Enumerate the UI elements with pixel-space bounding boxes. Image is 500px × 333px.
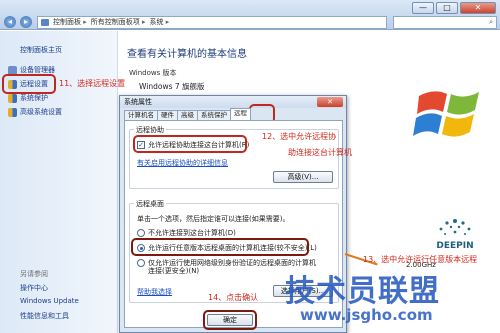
annotation-step-11: 11、选择远程设置 [59,79,126,88]
search-input[interactable]: ⌕ [393,15,497,29]
shield-icon [8,93,17,103]
watermark-url: www.jsgho.com [300,306,433,324]
tab-computer-name[interactable]: 计算机名 [124,110,158,120]
oem-logo: DEEPIN [425,213,485,255]
annotation-step-12-line2: 助连接这台计算机 [288,148,352,157]
see-also-performance[interactable]: 性能信息和工具 [20,311,69,321]
radio-dot [137,229,145,237]
tab-hardware[interactable]: 硬件 [157,110,178,120]
sidebar-item-advanced-settings[interactable]: 高级系统设置 [8,106,62,118]
allow-any-version-highlight [131,238,309,256]
windows-logo-icon [413,91,479,137]
remote-assistance-info-link[interactable]: 有关启用远程协助的详细信息 [137,158,228,168]
radio-deny-connections[interactable]: 不允许连接到这台计算机(D) [137,228,236,238]
back-icon[interactable]: ◂ [4,16,16,28]
annotation-step-12-line1: 12、选中允许远程协 [262,132,337,141]
breadcrumb-all-items[interactable]: 所有控制面板项 [91,17,146,27]
radio-nla-label-continued: 连接(更安全)(N) [148,267,200,275]
deepin-logo-icon: DEEPIN [436,219,474,251]
see-also-action-center[interactable]: 操作中心 [20,283,48,293]
remote-assistance-title: 远程协助 [134,125,166,135]
minimize-button[interactable]: — [412,2,434,14]
edition-label: Windows 版本 [129,69,177,77]
tab-remote[interactable]: 远程 [230,108,251,120]
sidebar: 控制面板主页 设备管理器 远程设置 系统保护 高级系统设置 另请参阅 操作中心 … [0,31,118,333]
edition-value: Windows 7 旗舰版 [139,82,205,91]
shield-icon [8,107,17,117]
see-also-windows-update[interactable]: Windows Update [20,297,79,305]
assist-checkbox-highlight [133,135,247,153]
page-title: 查看有关计算机的基本信息 [127,49,247,60]
dialog-tabs: 计算机名 硬件 高级 系统保护 远程 [124,108,251,120]
ok-button-highlight [203,310,257,330]
advanced-button[interactable]: 高级(V)... [273,171,333,183]
help-me-choose-link[interactable]: 帮助我选择 [137,287,172,297]
address-bar[interactable]: 控制面板 所有控制面板项 系统 [37,15,387,29]
annotation-step-14: 14、点击确认 [208,293,259,302]
remote-settings-highlight [2,74,56,94]
close-button[interactable]: ✕ [460,2,496,14]
sidebar-item-label: 系统保护 [20,94,48,102]
annotation-step-13: 13、选中允许运行任意版本远程 [363,255,478,264]
dialog-title: 系统属性 [120,96,346,108]
search-icon: ⌕ [489,17,493,26]
see-also-heading: 另请参阅 [20,270,48,278]
deepin-logo-text: DEEPIN [436,241,473,251]
watermark-logo-text: 技术员联盟 [285,274,440,309]
breadcrumb-control-panel[interactable]: 控制面板 [53,17,87,27]
maximize-button[interactable]: □ [436,2,458,14]
sidebar-home-link[interactable]: 控制面板主页 [20,45,62,55]
tab-system-protection[interactable]: 系统保护 [197,110,231,120]
dialog-close-button[interactable]: ✕ [317,97,343,107]
sidebar-item-label: 高级系统设置 [20,108,62,116]
caption-buttons: — □ ✕ [412,2,496,14]
forward-icon[interactable]: ▸ [20,16,32,28]
tab-advanced[interactable]: 高级 [177,110,198,120]
remote-desktop-hint: 单击一个选项，然后指定谁可以连接(如果需要)。 [137,215,290,223]
window-titlebar: — □ ✕ ◂ ▸ 控制面板 所有控制面板项 系统 ⌕ [0,0,500,30]
remote-desktop-title: 远程桌面 [134,199,166,209]
radio-dot [137,259,145,267]
navigation-bar: ◂ ▸ 控制面板 所有控制面板项 系统 ⌕ [0,14,500,30]
radio-deny-label: 不允许连接到这台计算机(D) [148,229,236,237]
breadcrumb-system[interactable]: 系统 [150,17,170,27]
computer-icon [41,18,49,26]
